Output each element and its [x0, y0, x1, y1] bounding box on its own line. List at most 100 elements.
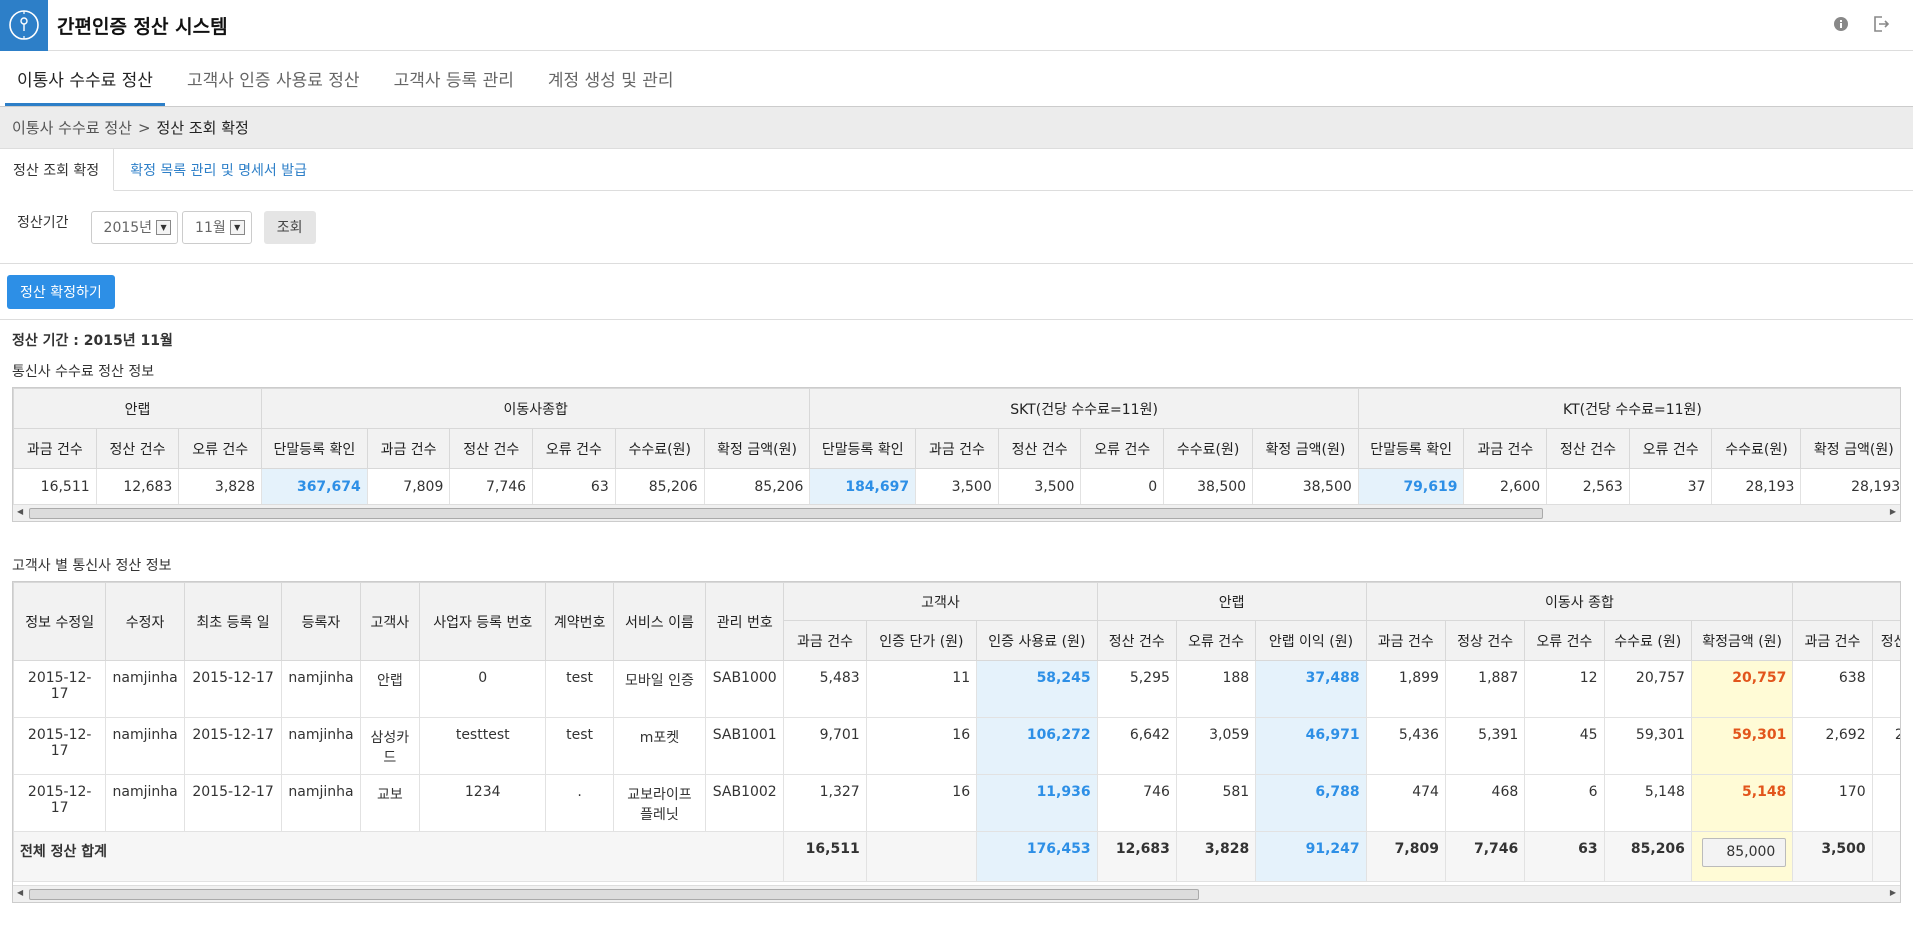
col-header: 확정 금액(원) — [703, 428, 811, 469]
table-cell: 46,971 — [1255, 717, 1367, 775]
col-header: 수수료 (원) — [1603, 620, 1692, 661]
table-cell: 176,453 — [976, 831, 1098, 882]
col-header: 최초 등록 일 — [183, 582, 283, 661]
table-cell: 28,193 — [1711, 468, 1802, 506]
year-select[interactable]: 2015년 ▼ — [90, 210, 179, 244]
col-header: 등록자 — [281, 582, 361, 661]
table-cell: 5,391 — [1444, 717, 1526, 775]
col-header: 단말등록 확인 — [1357, 428, 1465, 469]
table-cell: . — [545, 774, 614, 832]
telecom-grid: 안랩 이동사종합 SKT(건당 수수료=11원) KT(건당 수수료=11원) … — [12, 387, 1901, 522]
col-header: 과금 건수 — [1463, 428, 1548, 469]
col-header: 확정금액 (원) — [1690, 620, 1794, 661]
table-cell: 2015-12- 17 — [13, 660, 107, 718]
tab-account-management[interactable]: 계정 생성 및 관리 — [536, 66, 686, 106]
table-cell: 11,936 — [976, 774, 1098, 832]
scroll-right-icon[interactable]: ▶ — [1890, 888, 1896, 897]
table-cell: 58,245 — [976, 660, 1098, 718]
table-cell: 85,000 — [1690, 831, 1794, 882]
table-cell: 0 — [418, 660, 547, 718]
scroll-left-icon[interactable]: ◀ — [17, 888, 23, 897]
subtab-confirmed-list[interactable]: 확정 목록 관리 및 명세서 발급 — [114, 149, 323, 190]
table-cell: 2015-12-17 — [183, 717, 283, 775]
col-header: 정산 건수 — [95, 428, 180, 469]
table-cell[interactable]: 367,674 — [261, 468, 368, 506]
group-header: 이동사 종합 — [1365, 582, 1794, 621]
total-row: 전체 정산 합계 16,511 176,453 12,683 3,828 91,247 7,… — [13, 831, 1900, 882]
table-cell[interactable]: 184,697 — [809, 468, 917, 506]
table-cell: 474 — [1365, 774, 1446, 832]
table-cell: 7,809 — [1365, 831, 1446, 882]
table-cell: 85,206 — [614, 468, 705, 506]
group-header — [1792, 582, 1900, 621]
lock-icon — [9, 10, 39, 40]
breadcrumb-separator: > — [137, 118, 151, 137]
logout-icon[interactable] — [1871, 14, 1891, 34]
col-header: 과금 건수 — [915, 428, 999, 469]
table-row[interactable]: 2015-12- 17 namjinha 2015-12-17 namjinha 교보 1… — [13, 774, 1900, 832]
table-cell: 교보라이프 플레닛 — [612, 774, 707, 832]
table-cell: 12,683 — [1096, 831, 1177, 882]
group-header: KT(건당 수수료=11원) — [1357, 388, 1900, 429]
table-cell: 6,642 — [1096, 717, 1177, 775]
table-cell: 63 — [1871, 660, 1900, 718]
table-cell: 7,746 — [449, 468, 534, 506]
col-header: 관리 번호 — [705, 582, 785, 661]
table-cell: 5,483 — [783, 660, 867, 718]
table-cell[interactable]: 79,619 — [1357, 468, 1465, 506]
table-cell: 746 — [1096, 774, 1177, 832]
table-cell: testtest — [418, 717, 547, 775]
col-header: 과금 건수 — [366, 428, 451, 469]
col-header: 오류 건수 — [1175, 620, 1257, 661]
client-grid: 정보 수정일 수정자 최초 등록 일 등록자 고객사 사업자 등록 번호 계약번… — [12, 581, 1901, 903]
tab-client-registration[interactable]: 고객사 등록 관리 — [382, 66, 526, 106]
period-text: 정산 기간 : 2015년 11월 — [12, 333, 173, 349]
table-row[interactable]: 2015-12- 17 namjinha 2015-12-17 namjinha 안랩 0… — [13, 660, 1900, 718]
table-cell: 5,148 — [1603, 774, 1692, 832]
tab-telecom-fee[interactable]: 이통사 수수료 정산 — [5, 66, 165, 106]
info-icon[interactable] — [1831, 14, 1851, 34]
col-header: 수수료(원) — [1711, 428, 1802, 469]
table-cell: 106,272 — [976, 717, 1098, 775]
col-header: 정산 건수 — [1546, 428, 1630, 469]
main-nav: 이통사 수수료 정산 고객사 인증 사용료 정산 고객사 등록 관리 계정 생성… — [0, 51, 1913, 107]
month-select[interactable]: 11월 ▼ — [182, 210, 252, 244]
app-logo[interactable] — [0, 0, 48, 51]
scroll-thumb[interactable] — [29, 508, 1543, 519]
table-cell: 91,247 — [1255, 831, 1367, 882]
table-cell: test — [545, 717, 614, 775]
col-header: 오류 건수 — [1524, 620, 1605, 661]
client-hscrollbar[interactable]: ◀ ▶ — [13, 885, 1900, 902]
col-header: 단말등록 확인 — [809, 428, 917, 469]
scroll-thumb[interactable] — [29, 889, 1199, 900]
table-cell: test — [545, 660, 614, 718]
table-cell: namjinha — [281, 774, 361, 832]
col-header: 과금 건수 — [1365, 620, 1446, 661]
sub-tabs: 정산 조회 확정 확정 목록 관리 및 명세서 발급 — [0, 149, 1913, 191]
table-cell: 59,301 — [1603, 717, 1692, 775]
table-cell: 38,500 — [1163, 468, 1254, 506]
table-cell: 3,500 — [1792, 831, 1873, 882]
col-header: 수정자 — [105, 582, 185, 661]
table-cell: 85,206 — [703, 468, 811, 506]
confirmed-amount-input[interactable]: 85,000 — [1702, 838, 1787, 867]
col-header: 정보 수정일 — [13, 582, 107, 661]
tab-client-usage-fee[interactable]: 고객사 인증 사용료 정산 — [175, 66, 372, 106]
col-header: 정산 건수 — [997, 428, 1082, 469]
col-header: 수수료(원) — [1163, 428, 1254, 469]
scroll-left-icon[interactable]: ◀ — [17, 507, 23, 516]
table-row[interactable]: 2015-12- 17 namjinha 2015-12-17 namjinha 삼성카… — [13, 717, 1900, 775]
query-button[interactable]: 조회 — [263, 210, 316, 244]
table-cell: 3,828 — [1175, 831, 1257, 882]
col-header: 오류 건수 — [1628, 428, 1713, 469]
telecom-hscrollbar[interactable]: ◀ ▶ — [13, 504, 1900, 521]
table-cell: 2,563 — [1546, 468, 1630, 506]
table-cell: 3,059 — [1175, 717, 1257, 775]
table-cell: 삼성카 드 — [359, 717, 420, 775]
col-header: 인증 사용료 (원) — [976, 620, 1098, 661]
confirm-settlement-button[interactable]: 정산 확정하기 — [7, 274, 115, 309]
scroll-right-icon[interactable]: ▶ — [1890, 507, 1896, 516]
breadcrumb-parent[interactable]: 이통사 수수료 정산 — [12, 117, 132, 138]
col-header: 계약번호 — [545, 582, 614, 661]
subtab-settlement-confirm[interactable]: 정산 조회 확정 — [0, 149, 115, 191]
